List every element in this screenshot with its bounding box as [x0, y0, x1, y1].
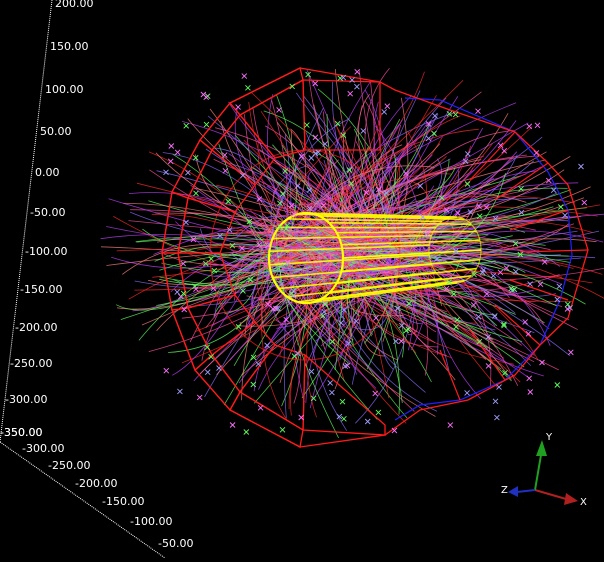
- depth-axis-tick-label: -150.00: [102, 495, 144, 508]
- event-display-viewport[interactable]: 200.00 150.00 100.00 50.00 0.00 -50.00 -100.00…: [0, 0, 604, 558]
- vertical-axis-tick-label: 50.00: [40, 125, 72, 138]
- depth-axis-tick-label: -50.00: [158, 537, 193, 550]
- event-display-canvas[interactable]: 200.00 150.00 100.00 50.00 0.00 -50.00 -100.00…: [0, 0, 604, 558]
- vertical-axis-tick-label: -50.00: [30, 206, 65, 219]
- depth-axis-tick-label: -350.00: [0, 426, 42, 439]
- z-axis-label: Z: [501, 485, 508, 496]
- depth-axis-tick-label: -200.00: [75, 477, 117, 490]
- vertical-axis-tick-label: -100.00: [25, 245, 67, 258]
- vertical-axis-tick-label: -300.00: [5, 393, 47, 406]
- vertical-axis-tick-label: 200.00: [55, 0, 94, 10]
- vertical-axis-tick-label: -250.00: [10, 357, 52, 370]
- vertical-axis-tick-label: 100.00: [45, 83, 84, 96]
- vertical-axis-tick-label: -200.00: [15, 321, 57, 334]
- x-axis-label: X: [580, 497, 587, 508]
- vertical-axis-tick-label: -150.00: [20, 283, 62, 296]
- y-axis-label: Y: [545, 432, 553, 443]
- depth-axis-tick-label: -100.00: [130, 515, 172, 528]
- vertical-axis-tick-label: 150.00: [50, 40, 89, 53]
- vertical-axis-tick-label: 0.00: [35, 166, 60, 179]
- depth-axis-tick-label: -300.00: [22, 442, 64, 455]
- depth-axis-tick-label: -250.00: [48, 459, 90, 472]
